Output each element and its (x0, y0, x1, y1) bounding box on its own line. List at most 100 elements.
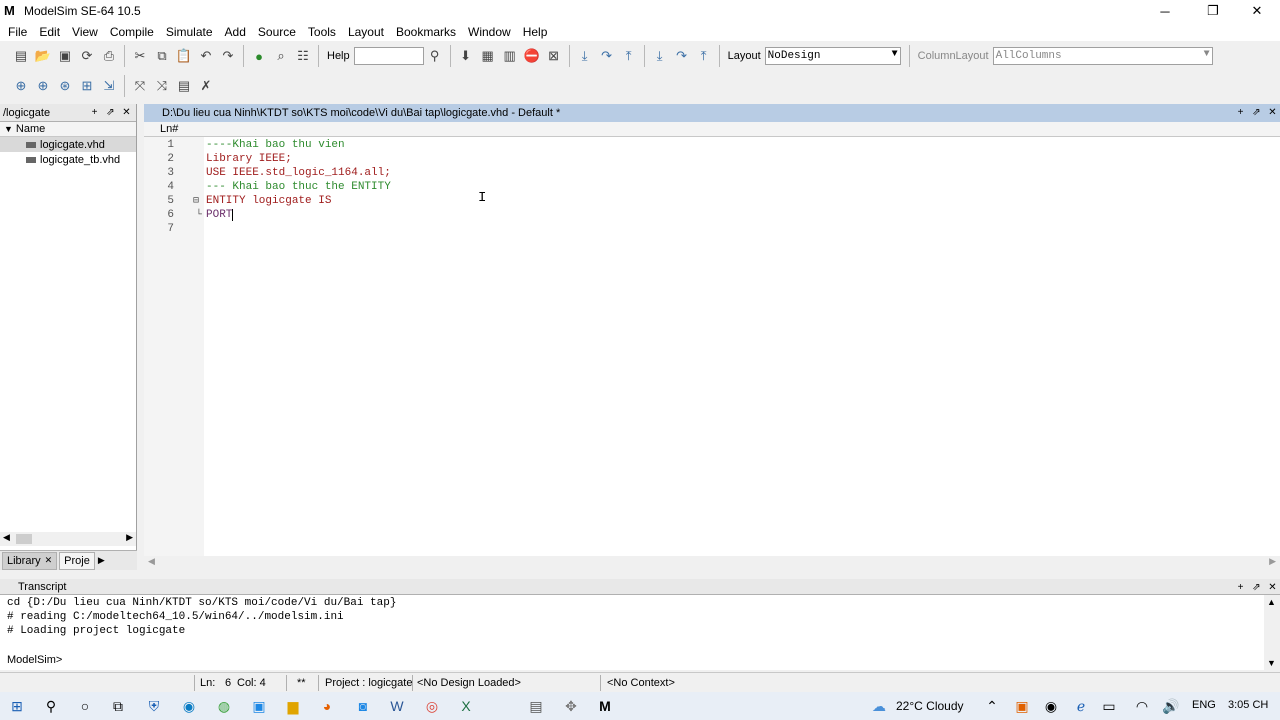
sim-load-icon[interactable]: ⬇ (457, 47, 475, 65)
undo-icon[interactable]: ↶ (197, 47, 215, 65)
volume-icon[interactable]: 🔊 (1162, 697, 1180, 715)
close-icon[interactable]: ✕ (1266, 106, 1279, 119)
new-file-icon[interactable]: ▤ (12, 47, 30, 65)
transcript-vscrollbar[interactable]: ▲ ▼ (1264, 595, 1280, 670)
scroll-up-icon[interactable]: ▲ (1267, 597, 1276, 607)
close-icon[interactable]: ✕ (120, 106, 133, 119)
add-watch-icon[interactable]: ⇲ (100, 77, 118, 95)
menu-bookmarks[interactable]: Bookmarks (390, 25, 462, 39)
scroll-right-icon[interactable]: ▶ (126, 532, 133, 543)
binoculars-icon[interactable]: ⚲ (426, 47, 444, 65)
file-row-logicgate-tb[interactable]: logicgate_tb.vhd (0, 152, 136, 167)
minimize-button[interactable]: ─ (1142, 0, 1188, 22)
find-icon[interactable]: ⌕ (272, 47, 290, 65)
scroll-thumb[interactable] (16, 534, 32, 544)
search-icon[interactable]: ⚲ (42, 697, 60, 715)
collapse-icon[interactable]: ⤨ (153, 77, 171, 95)
firefox-icon[interactable]: ◕ (318, 697, 336, 715)
modelsim-taskbar-icon[interactable]: M (596, 697, 614, 715)
menu-simulate[interactable]: Simulate (160, 25, 219, 39)
step-out-icon[interactable]: ⤒ (620, 47, 638, 65)
open-folder-icon[interactable]: 📂 (34, 47, 52, 65)
tab-scroll-right-icon[interactable]: ▶ (98, 555, 105, 566)
layout-select[interactable]: NoDesign ▼ (764, 47, 901, 65)
close-icon[interactable]: ✕ (45, 555, 53, 566)
clear-icon[interactable]: ✗ (197, 77, 215, 95)
refresh-icon[interactable]: ⟳ (78, 47, 96, 65)
dock-icon[interactable]: + (1234, 106, 1247, 119)
cortana-icon[interactable]: ○ (76, 697, 94, 715)
menu-edit[interactable]: Edit (33, 25, 66, 39)
word-icon[interactable]: W (388, 697, 406, 715)
tray-app-icon[interactable]: ℯ (1072, 697, 1090, 715)
clock[interactable]: 3:05 CH (1228, 699, 1268, 711)
code-line[interactable]: 7 (144, 222, 174, 236)
green-app-icon[interactable]: ◍ (215, 697, 233, 715)
menu-add[interactable]: Add (219, 25, 252, 39)
continue-icon[interactable]: ↷ (673, 47, 691, 65)
tab-library[interactable]: Library ✕ (2, 551, 58, 570)
command-prompt[interactable]: ModelSim> (7, 654, 62, 666)
code-line[interactable]: 4 --- Khai bao thuc the ENTITY (144, 180, 390, 194)
scroll-left-icon[interactable]: ◀ (3, 532, 10, 543)
menu-view[interactable]: View (66, 25, 104, 39)
sim-run-icon[interactable]: ▥ (501, 47, 519, 65)
cut-icon[interactable]: ✂ (131, 47, 149, 65)
code-line[interactable]: 6 └ PORT (144, 208, 233, 222)
app-window-icon[interactable]: ▤ (527, 697, 545, 715)
tray-app-icon[interactable]: ◉ (1042, 697, 1060, 715)
sim-stop-icon[interactable]: ⊠ (545, 47, 563, 65)
zoom-app-icon[interactable]: ▣ (250, 697, 268, 715)
language-indicator[interactable]: ENG (1192, 699, 1216, 711)
undock-icon[interactable]: ⇗ (104, 106, 117, 119)
menu-window[interactable]: Window (462, 25, 517, 39)
column-layout-select[interactable]: AllColumns ▼ (992, 47, 1213, 65)
add-log-icon[interactable]: ⊛ (56, 77, 74, 95)
undock-icon[interactable]: ⇗ (1250, 106, 1263, 119)
add-dataflow-icon[interactable]: ⊞ (78, 77, 96, 95)
chevron-up-icon[interactable]: ⌃ (983, 697, 1001, 715)
menu-layout[interactable]: Layout (342, 25, 390, 39)
weather-text[interactable]: 22°C Cloudy (896, 699, 964, 713)
step-over-icon[interactable]: ↷ (598, 47, 616, 65)
paste-icon[interactable]: 📋 (175, 47, 193, 65)
menu-source[interactable]: Source (252, 25, 302, 39)
edge-browser-icon[interactable]: ◉ (180, 697, 198, 715)
compile-icon[interactable]: ● (250, 47, 268, 65)
fold-collapse-icon[interactable]: ⊟ (193, 195, 199, 207)
step-back-icon[interactable]: ⤓ (651, 47, 669, 65)
restore-button[interactable]: ❐ (1190, 0, 1236, 22)
tray-app-icon[interactable]: ▣ (1013, 697, 1031, 715)
editor-hscrollbar[interactable]: ◀ ▶ (144, 556, 1280, 570)
sim-break-icon[interactable]: ⛔ (523, 47, 541, 65)
close-icon[interactable]: ✕ (1266, 581, 1279, 594)
restart-icon[interactable]: ⤒ (695, 47, 713, 65)
dock-icon[interactable]: + (88, 106, 101, 119)
shield-icon[interactable]: ⛨ (145, 697, 163, 715)
task-view-icon[interactable]: ⧉ (109, 697, 127, 715)
sim-step-icon[interactable]: ▦ (479, 47, 497, 65)
format-icon[interactable]: ☷ (294, 47, 312, 65)
scroll-down-icon[interactable]: ▼ (1267, 658, 1276, 668)
menu-tools[interactable]: Tools (302, 25, 342, 39)
excel-icon[interactable]: X (457, 697, 475, 715)
chat-app-icon[interactable]: ◙ (354, 697, 372, 715)
step-into-icon[interactable]: ⤓ (576, 47, 594, 65)
redo-icon[interactable]: ↷ (219, 47, 237, 65)
menu-file[interactable]: File (2, 25, 33, 39)
wifi-icon[interactable]: ◠ (1133, 697, 1151, 715)
help-search-input[interactable] (353, 47, 424, 65)
code-line[interactable]: 5 ⊟ ENTITY logicgate IS (144, 194, 331, 208)
left-hscrollbar[interactable]: ◀ ▶ (0, 532, 136, 546)
menu-compile[interactable]: Compile (104, 25, 160, 39)
code-line[interactable]: 1 ----Khai bao thu vien (144, 138, 344, 152)
tool-app-icon[interactable]: ✥ (562, 697, 580, 715)
dock-icon[interactable]: + (1234, 581, 1247, 594)
name-column-header[interactable]: ▼ Name (0, 122, 136, 137)
save-icon[interactable]: ▣ (56, 47, 74, 65)
undock-icon[interactable]: ⇗ (1250, 581, 1263, 594)
print-icon[interactable]: ⎙ (100, 47, 118, 65)
file-row-logicgate[interactable]: logicgate.vhd (0, 137, 136, 152)
scroll-right-icon[interactable]: ▶ (1269, 556, 1276, 567)
close-button[interactable]: ✕ (1234, 0, 1280, 22)
